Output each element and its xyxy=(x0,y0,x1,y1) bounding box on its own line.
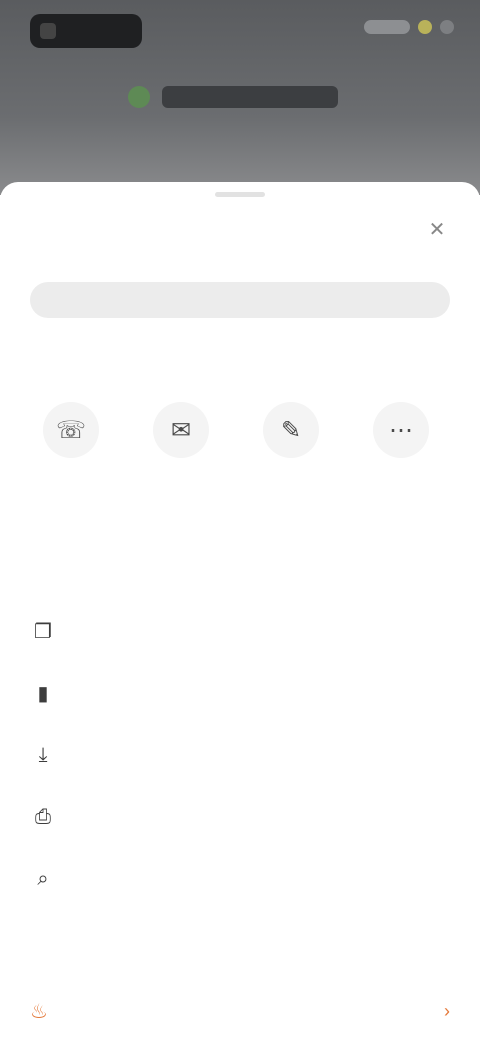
app-icon xyxy=(40,23,56,39)
phone-icon: ☏ xyxy=(43,402,99,458)
share-screen: ✕ ☏ ✉ ✎ ⋯ ❐ ▮ ⤓ ⎙ ⌕ ♨ › xyxy=(0,0,480,1040)
share-target-phone[interactable]: ☏ xyxy=(30,402,112,512)
action-print[interactable]: ⎙ xyxy=(30,786,450,848)
more-icon: ⋯ xyxy=(373,402,429,458)
action-download[interactable]: ⤓ xyxy=(30,724,450,786)
bottom-action-bar: ♨ › xyxy=(0,982,480,1040)
print-icon: ⎙ xyxy=(35,805,51,828)
action-find[interactable]: ⌕ xyxy=(30,848,450,910)
bottom-action-button[interactable]: ♨ xyxy=(30,999,58,1024)
download-icon: ⤓ xyxy=(38,743,48,766)
status-indicators xyxy=(364,20,454,34)
status-bar-indicator xyxy=(364,20,410,34)
find-icon: ⌕ xyxy=(37,867,49,890)
mail-icon: ✎ xyxy=(263,402,319,458)
bookmark-icon: ▮ xyxy=(37,682,49,705)
page-url-field[interactable] xyxy=(30,282,450,318)
share-target-more[interactable]: ⋯ xyxy=(360,402,442,512)
background-page-url xyxy=(162,86,338,108)
message-icon: ✉ xyxy=(153,402,209,458)
actions-list: ❐ ▮ ⤓ ⎙ ⌕ xyxy=(30,600,450,910)
share-sheet: ✕ ☏ ✉ ✎ ⋯ ❐ ▮ ⤓ ⎙ ⌕ ♨ › xyxy=(0,182,480,1040)
app-pill xyxy=(30,14,142,48)
share-target-message[interactable]: ✉ xyxy=(140,402,222,512)
battery-icon xyxy=(418,20,432,34)
close-icon[interactable]: ✕ xyxy=(424,217,450,243)
share-target-mail[interactable]: ✎ xyxy=(250,402,332,512)
action-bookmark[interactable]: ▮ xyxy=(30,662,450,724)
copy-icon: ❐ xyxy=(34,620,52,643)
background-page-title xyxy=(128,86,338,108)
signal-icon xyxy=(440,20,454,34)
share-targets-row: ☏ ✉ ✎ ⋯ xyxy=(30,402,480,512)
sheet-header: ✕ xyxy=(30,216,450,244)
dimmed-background-page[interactable] xyxy=(0,0,480,195)
chevron-right-icon[interactable]: › xyxy=(444,1001,450,1022)
flame-icon: ♨ xyxy=(30,1000,48,1023)
action-copy[interactable]: ❐ xyxy=(30,600,450,662)
site-icon xyxy=(128,86,150,108)
sheet-drag-handle[interactable] xyxy=(215,192,265,197)
